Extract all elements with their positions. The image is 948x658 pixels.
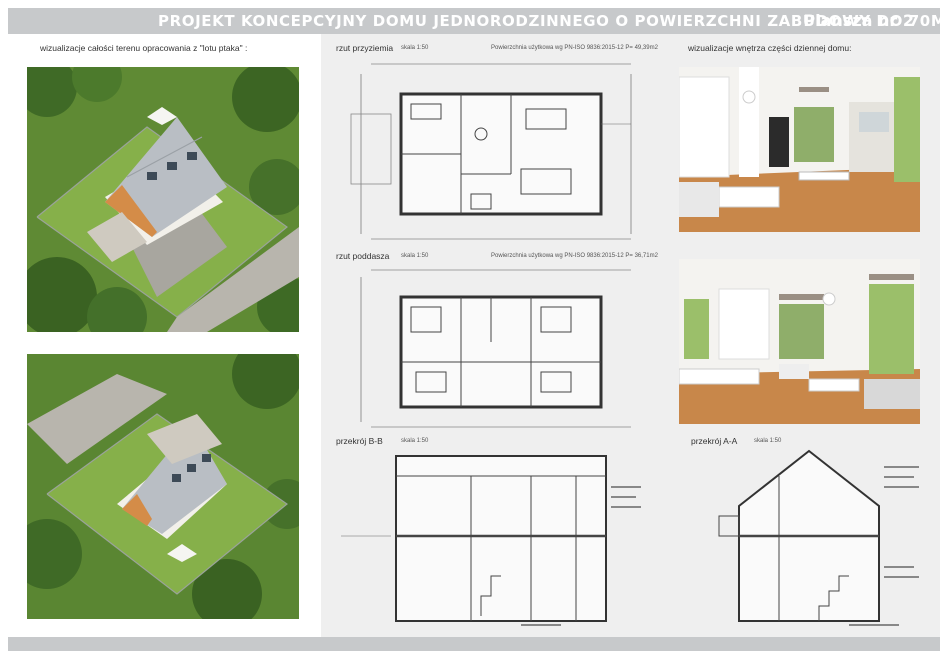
section-bb-drawing xyxy=(341,455,641,626)
aerial-render-2 xyxy=(27,354,299,619)
section-bb-scale: skala 1:50 xyxy=(401,438,429,444)
section-aa-drawing xyxy=(718,449,919,626)
ground-floor-title: rzut przyziemia xyxy=(336,43,394,53)
interior-caption: wizualizacje wnętrza części dziennej dom… xyxy=(688,43,852,53)
interior-views-panel: wizualizacje wnętrza części dziennej dom… xyxy=(666,34,940,637)
aerial-views-panel: wizualizacje całości terenu opracowania … xyxy=(8,34,313,637)
section-aa-scale: skala 1:50 xyxy=(754,438,782,444)
ground-floor-area: Powierzchnia użytkowa wg PN-ISO 9836:201… xyxy=(491,45,658,51)
attic-title: rzut poddasza xyxy=(336,251,390,261)
interior-render-2 xyxy=(679,259,920,424)
footer-bar xyxy=(8,637,940,651)
attic-area: Powierzchnia użytkowa wg PN-ISO 9836:201… xyxy=(491,253,658,259)
aerial-caption: wizualizacje całości terenu opracowania … xyxy=(40,43,248,53)
ground-floor-scale: skala 1:50 xyxy=(401,45,429,51)
attic-plan xyxy=(360,269,631,428)
attic-scale: skala 1:50 xyxy=(401,253,429,259)
drawings-panel: rzut przyziemia skala 1:50 Powierzchnia … xyxy=(321,34,666,637)
ground-floor-plan xyxy=(350,63,632,240)
aerial-render-1 xyxy=(27,67,299,332)
section-bb-title: przekrój B-B xyxy=(336,436,383,446)
sheet-number: Plansza nr 2 xyxy=(803,11,914,30)
interior-render-1 xyxy=(679,67,920,232)
section-aa-title: przekrój A-A xyxy=(691,436,738,446)
